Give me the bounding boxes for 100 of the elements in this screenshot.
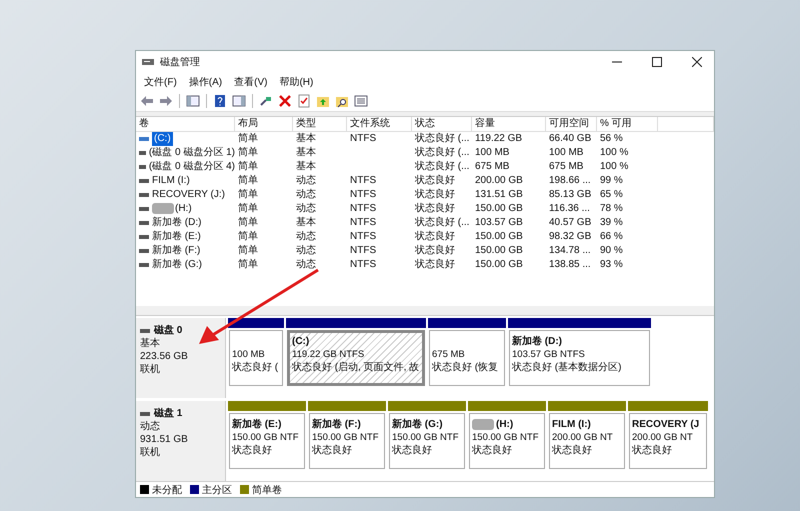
- table-cell: 675 MB: [549, 160, 584, 172]
- partition-block[interactable]: 675 MB 状态良好 (恢复: [429, 330, 505, 386]
- volume-name[interactable]: (磁盘 0 磁盘分区 1): [148, 146, 235, 160]
- table-cell: 100 MB: [475, 146, 510, 158]
- menu-item[interactable]: 查看(V): [230, 74, 272, 90]
- partition-name: RECOVERY (J: [632, 418, 700, 432]
- delete-icon: [278, 94, 292, 108]
- partition-status: 状态良好: [232, 444, 273, 458]
- menu-item[interactable]: 帮助(H): [275, 74, 318, 90]
- table-cell: 状态良好 (...: [415, 146, 470, 158]
- panel-icon: [186, 94, 200, 108]
- disk-info-panel[interactable]: 磁盘 0 基本 223.56 GB 联机: [136, 318, 226, 398]
- table-cell: 100 %: [600, 146, 628, 158]
- partition-size: 150.00 GB NTF: [472, 431, 540, 444]
- disk-status: 联机: [140, 446, 161, 460]
- table-cell: 150.00 GB: [475, 202, 523, 214]
- partition-status: 状态良好: [312, 444, 353, 458]
- disk-size: 223.56 GB: [140, 350, 189, 364]
- partition-size: 200.00 GB NT: [632, 431, 694, 444]
- disk-name: 磁盘 1: [154, 407, 182, 420]
- table-cell: 150.00 GB: [475, 244, 523, 256]
- volume-name[interactable]: (磁盘 0 磁盘分区 4): [148, 160, 235, 174]
- partition-block[interactable]: RECOVERY (J 200.00 GB NT 状态良好: [629, 413, 707, 470]
- partition-status: 状态良好 (恢复: [432, 361, 500, 374]
- partition-block[interactable]: 新加卷 (D:) 103.57 GB NTFS 状态良好 (基本数据分区): [509, 330, 650, 386]
- legend-label: 简单卷: [252, 484, 282, 497]
- column-header[interactable]: 卷: [136, 116, 235, 131]
- column-header[interactable]: 文件系统: [347, 116, 412, 131]
- volume-name[interactable]: 新加卷 (E:): [152, 230, 201, 244]
- partition-block[interactable]: 新加卷 (G:) 150.00 GB NTF 状态良好: [389, 413, 465, 470]
- table-cell: 简单: [238, 146, 258, 158]
- panel-icon: [232, 94, 246, 108]
- volume-name[interactable]: RECOVERY (J:): [152, 188, 225, 202]
- volume-name[interactable]: (H:): [175, 202, 192, 216]
- window-title: 磁盘管理: [160, 56, 201, 69]
- list-icon: [354, 94, 368, 108]
- partition-status: 状态良好: [552, 444, 593, 458]
- table-cell: 状态良好: [415, 202, 455, 214]
- panel-icon-button[interactable]: [231, 92, 247, 109]
- partition-size: 675 MB: [432, 348, 466, 362]
- table-cell: 简单: [238, 132, 258, 144]
- partition-block[interactable]: 新加卷 (F:) 150.00 GB NTF 状态良好: [309, 413, 385, 470]
- disk-drive-icon: [142, 57, 154, 67]
- table-cell: 131.51 GB: [475, 188, 523, 200]
- partition-name: 新加卷 (G:): [392, 418, 443, 432]
- table-cell: 动态: [296, 188, 316, 200]
- menu-item[interactable]: 文件(F): [140, 74, 181, 90]
- volume-name[interactable]: 新加卷 (G:): [152, 258, 202, 272]
- table-cell: 简单: [238, 188, 258, 200]
- partition-block[interactable]: (C:) 119.22 GB NTFS 状态良好 (启动, 页面文件, 故: [287, 330, 425, 386]
- help-icon-button[interactable]: [212, 92, 228, 109]
- partition-size: 150.00 GB NTF: [232, 431, 300, 444]
- table-cell: 100 %: [600, 160, 628, 172]
- volume-name[interactable]: 新加卷 (F:): [152, 244, 200, 258]
- column-header[interactable]: 可用空间: [546, 116, 597, 131]
- table-cell: 85.13 GB: [549, 188, 592, 200]
- table-cell: 动态: [296, 244, 316, 256]
- menu-item[interactable]: 操作(A): [184, 74, 226, 90]
- legend-label: 未分配: [152, 484, 182, 497]
- table-cell: 119.22 GB: [475, 132, 522, 144]
- list-icon-button[interactable]: [353, 92, 369, 109]
- table-cell: 150.00 GB: [475, 258, 523, 270]
- column-header[interactable]: 状态: [412, 116, 472, 131]
- forward-arrow-icon: [159, 94, 173, 108]
- partition-block[interactable]: FILM (I:) 200.00 GB NT 状态良好: [549, 413, 625, 470]
- partition-name: (H:): [496, 418, 514, 432]
- checklist-icon-button[interactable]: [296, 92, 312, 109]
- partition-status: 状态良好: [632, 444, 673, 458]
- partition-name: 新加卷 (F:): [312, 418, 361, 432]
- table-cell: 状态良好: [415, 230, 455, 242]
- partition-block[interactable]: 新加卷 (E:) 150.00 GB NTF 状态良好: [229, 413, 305, 470]
- table-cell: 100 MB: [549, 146, 584, 158]
- table-cell: 39 %: [600, 216, 623, 228]
- partition-name: FILM (I:): [552, 418, 591, 432]
- column-header[interactable]: 类型: [293, 116, 347, 131]
- delete-icon-button[interactable]: [277, 92, 293, 109]
- table-cell: 状态良好: [415, 258, 455, 270]
- table-cell: 65 %: [600, 188, 623, 200]
- back-arrow-icon: [140, 94, 154, 108]
- volume-name[interactable]: FILM (I:): [152, 174, 190, 188]
- column-header[interactable]: 布局: [235, 116, 293, 131]
- volume-name[interactable]: 新加卷 (D:): [152, 216, 202, 230]
- volume-name[interactable]: (C:): [152, 132, 173, 146]
- column-header[interactable]: 容量: [472, 116, 546, 131]
- table-cell: NTFS: [350, 132, 376, 144]
- table-cell: 基本: [296, 216, 316, 228]
- panel-icon-button[interactable]: [185, 92, 201, 109]
- table-cell: NTFS: [350, 174, 376, 186]
- partition-block[interactable]: (H:) 150.00 GB NTF 状态良好: [469, 413, 545, 470]
- partition-name: 新加卷 (E:): [232, 418, 282, 432]
- table-cell: NTFS: [350, 216, 376, 228]
- column-header[interactable]: % 可用: [597, 116, 658, 131]
- table-cell: 93 %: [600, 258, 623, 270]
- table-cell: 198.66 ...: [549, 174, 591, 186]
- disk-size: 931.51 GB: [140, 433, 189, 446]
- volume-icon: [139, 150, 146, 155]
- table-cell: NTFS: [350, 258, 376, 270]
- disk-info-panel[interactable]: 磁盘 1 动态 931.51 GB 联机: [136, 401, 226, 482]
- partition-block[interactable]: 100 MB 状态良好 (: [229, 330, 283, 386]
- table-cell: 简单: [238, 244, 258, 256]
